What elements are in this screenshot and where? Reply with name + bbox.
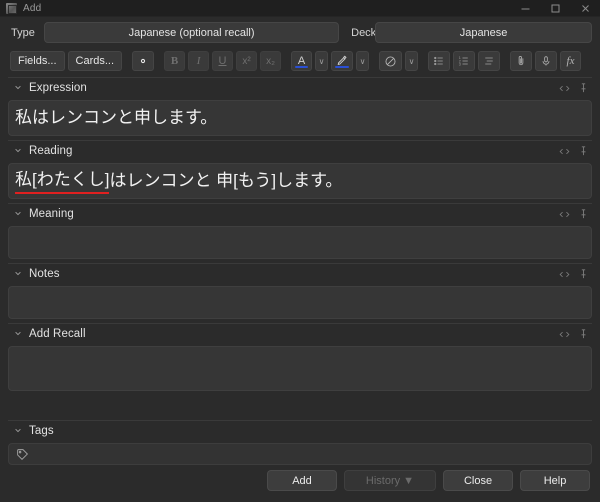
- field-label: Expression: [29, 82, 87, 94]
- tags-input[interactable]: [8, 443, 592, 465]
- cards-button[interactable]: Cards...: [67, 51, 123, 71]
- field-text: はレンコンと 申[もう]します。: [109, 170, 343, 190]
- fields-button[interactable]: Fields...: [10, 51, 65, 71]
- italic-button[interactable]: I: [188, 51, 210, 71]
- field-label: Notes: [29, 268, 60, 280]
- help-button[interactable]: Help: [520, 470, 590, 491]
- close-button[interactable]: Close: [443, 470, 513, 491]
- field-label: Meaning: [29, 208, 74, 220]
- field-notes: Notes: [8, 263, 592, 323]
- dialog-button-bar: Add History ▼ Close Help: [0, 465, 600, 502]
- code-icon[interactable]: [559, 330, 570, 339]
- code-icon[interactable]: [559, 84, 570, 93]
- svg-text:3: 3: [459, 63, 461, 67]
- tags-header[interactable]: Tags: [8, 420, 592, 441]
- chevron-down-icon[interactable]: [14, 209, 22, 219]
- text-color-dropdown-icon[interactable]: ∨: [315, 51, 329, 71]
- field-input-expression[interactable]: 私はレンコンと申します。: [8, 100, 592, 136]
- chevron-down-icon[interactable]: [14, 83, 22, 93]
- add-note-dialog: Add Type Japanese (optional recall) Deck…: [0, 0, 600, 502]
- minimize-icon[interactable]: [510, 0, 540, 17]
- highlight-color-swatch: [335, 66, 350, 68]
- field-reading: Reading 私[わたくし] はレンコンと 申[もう]します。: [8, 140, 592, 203]
- field-text-misspelled: 私[わたくし]: [15, 168, 110, 195]
- pin-icon[interactable]: [579, 329, 588, 339]
- field-meaning: Meaning: [8, 203, 592, 263]
- align-icon[interactable]: [478, 51, 501, 71]
- notetype-deck-row: Type Japanese (optional recall) Deck Jap…: [0, 17, 600, 47]
- text-color-swatch: [295, 66, 309, 68]
- field-label: Add Recall: [29, 328, 86, 340]
- chevron-down-icon[interactable]: [14, 329, 22, 339]
- highlighter-icon[interactable]: [331, 51, 354, 71]
- equation-button[interactable]: fx: [560, 51, 582, 71]
- code-icon[interactable]: [559, 270, 570, 279]
- pin-icon[interactable]: [579, 269, 588, 279]
- field-header[interactable]: Expression: [8, 77, 592, 98]
- title-bar: Add: [0, 0, 600, 17]
- fields-filler: [8, 395, 592, 420]
- maximize-icon[interactable]: [540, 0, 570, 17]
- field-expression: Expression 私はレンコンと申します。: [8, 77, 592, 140]
- code-icon[interactable]: [559, 147, 570, 156]
- tag-icon: [16, 448, 29, 461]
- history-button[interactable]: History ▼: [344, 470, 436, 491]
- field-label: Reading: [29, 145, 73, 157]
- chevron-down-icon[interactable]: [14, 269, 22, 279]
- code-icon[interactable]: [559, 210, 570, 219]
- add-button[interactable]: Add: [267, 470, 337, 491]
- pin-icon[interactable]: [579, 146, 588, 156]
- eraser-icon[interactable]: [379, 51, 403, 71]
- type-label: Type: [11, 26, 35, 39]
- chevron-down-icon[interactable]: [14, 146, 22, 156]
- numbered-list-icon[interactable]: 123: [453, 51, 476, 71]
- close-icon[interactable]: [570, 0, 600, 17]
- field-add-recall: Add Recall: [8, 323, 592, 395]
- gear-icon[interactable]: [132, 51, 155, 71]
- superscript-button[interactable]: x²: [236, 51, 258, 71]
- field-text: 私はレンコンと申します。: [15, 107, 218, 127]
- field-input-notes[interactable]: [8, 286, 592, 319]
- field-input-meaning[interactable]: [8, 226, 592, 259]
- field-header[interactable]: Reading: [8, 140, 592, 161]
- pin-icon[interactable]: [579, 209, 588, 219]
- field-input-add-recall[interactable]: [8, 346, 592, 391]
- subscript-button[interactable]: x₂: [260, 51, 282, 71]
- bold-button[interactable]: B: [164, 51, 186, 71]
- pin-icon[interactable]: [579, 83, 588, 93]
- deck-label: Deck: [351, 26, 377, 39]
- highlight-dropdown-icon[interactable]: ∨: [356, 51, 370, 71]
- fields-container: Expression 私はレンコンと申します。 Reading 私[わたくし] …: [0, 77, 600, 465]
- field-input-reading[interactable]: 私[わたくし] はレンコンと 申[もう]します。: [8, 163, 592, 199]
- bulleted-list-icon[interactable]: [428, 51, 451, 71]
- field-header[interactable]: Add Recall: [8, 323, 592, 344]
- remove-format-dropdown-icon[interactable]: ∨: [405, 51, 419, 71]
- microphone-icon[interactable]: [535, 51, 558, 71]
- anki-app-icon: [6, 2, 17, 14]
- field-header[interactable]: Meaning: [8, 203, 592, 224]
- paperclip-icon[interactable]: [510, 51, 533, 71]
- editor-toolbar: Fields... Cards... B I U x² x₂ A ∨ ∨ ∨ 1…: [0, 47, 600, 77]
- chevron-down-icon[interactable]: [14, 426, 22, 436]
- underline-button[interactable]: U: [212, 51, 234, 71]
- window-title: Add: [23, 2, 42, 14]
- text-color-button[interactable]: A: [291, 51, 313, 71]
- field-header[interactable]: Notes: [8, 263, 592, 284]
- tags-label: Tags: [29, 425, 54, 437]
- deck-button[interactable]: Japanese: [375, 22, 592, 43]
- notetype-button[interactable]: Japanese (optional recall): [44, 22, 340, 43]
